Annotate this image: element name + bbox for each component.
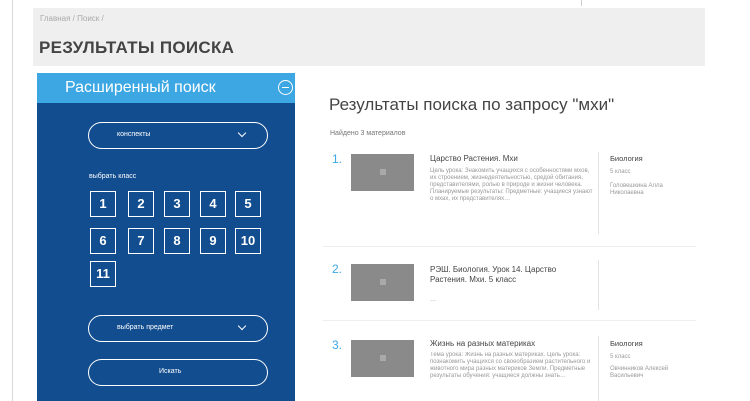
- breadcrumb[interactable]: Главная / Поиск /: [40, 14, 104, 23]
- search-button-label: Искать: [159, 368, 182, 375]
- page-title: РЕЗУЛЬТАТЫ ПОИСКА: [39, 38, 235, 57]
- results-count: Найдено 3 материалов: [330, 130, 406, 137]
- material-type-select[interactable]: конспекты: [88, 122, 268, 149]
- image-placeholder-icon: [380, 169, 386, 175]
- grade-4-button[interactable]: 4: [200, 191, 226, 217]
- result-number: 3.: [332, 338, 343, 352]
- result-subject: Биология: [610, 339, 643, 348]
- result-number: 1.: [332, 152, 343, 166]
- grade-3-button[interactable]: 3: [164, 191, 190, 217]
- divider: [598, 152, 599, 234]
- grade-1-button[interactable]: 1: [90, 191, 116, 217]
- divider: [598, 336, 599, 401]
- result-number: 2.: [332, 262, 343, 276]
- page-border: [12, 0, 13, 401]
- divider: [323, 320, 696, 321]
- divider: [598, 260, 599, 310]
- collapse-icon[interactable]: [278, 80, 293, 95]
- result-title[interactable]: РЭШ. Биология. Урок 14. Царство Растения…: [430, 265, 590, 285]
- chevron-down-icon: [237, 321, 247, 331]
- grade-9-button[interactable]: 9: [200, 228, 226, 254]
- grade-11-button[interactable]: 11: [90, 261, 116, 287]
- search-button[interactable]: Искать: [88, 359, 268, 386]
- grade-7-button[interactable]: 7: [128, 228, 154, 254]
- subject-select[interactable]: выбрать предмет: [88, 315, 268, 342]
- material-type-value: конспекты: [117, 131, 151, 138]
- results-heading: Результаты поиска по запросу "мхи": [329, 95, 615, 114]
- image-placeholder-icon: [380, 279, 386, 285]
- grade-10-button[interactable]: 10: [235, 228, 261, 254]
- result-author: Овчинников Алексей Васильевич: [610, 366, 669, 379]
- chevron-down-icon: [237, 128, 247, 138]
- top-strip: [0, 0, 750, 3]
- grade-2-button[interactable]: 2: [128, 191, 154, 217]
- divider: [581, 0, 582, 6]
- grade-8-button[interactable]: 8: [164, 228, 190, 254]
- class-label: выбрать класс: [89, 173, 137, 180]
- result-grade: 5 класс: [610, 169, 631, 175]
- grade-6-button[interactable]: 6: [90, 228, 116, 254]
- result-thumbnail[interactable]: [351, 340, 414, 377]
- divider: [323, 246, 696, 247]
- result-description: Тема урока: Жизнь на разных материках. Ц…: [430, 352, 591, 379]
- grade-5-button[interactable]: 5: [235, 191, 261, 217]
- image-placeholder-icon: [380, 355, 386, 361]
- advanced-search-panel: Расширенный поиск конспекты выбрать клас…: [37, 73, 295, 401]
- result-title[interactable]: Царство Растения. Мхи: [430, 154, 595, 164]
- advanced-search-header[interactable]: Расширенный поиск: [37, 73, 295, 103]
- result-description: Цель урока: Знакомить учащихся с особенн…: [430, 168, 593, 202]
- result-description: …: [430, 297, 436, 303]
- result-subject: Биология: [610, 154, 643, 163]
- result-grade: 5 класс: [610, 354, 631, 360]
- result-title[interactable]: Жизнь на разных материках: [430, 339, 595, 349]
- subject-value: выбрать предмет: [117, 324, 174, 331]
- advanced-search-title: Расширенный поиск: [65, 79, 216, 96]
- result-thumbnail[interactable]: [351, 154, 414, 191]
- result-thumbnail[interactable]: [351, 264, 414, 301]
- result-author: Головешкина Алла Николаевна: [610, 183, 663, 196]
